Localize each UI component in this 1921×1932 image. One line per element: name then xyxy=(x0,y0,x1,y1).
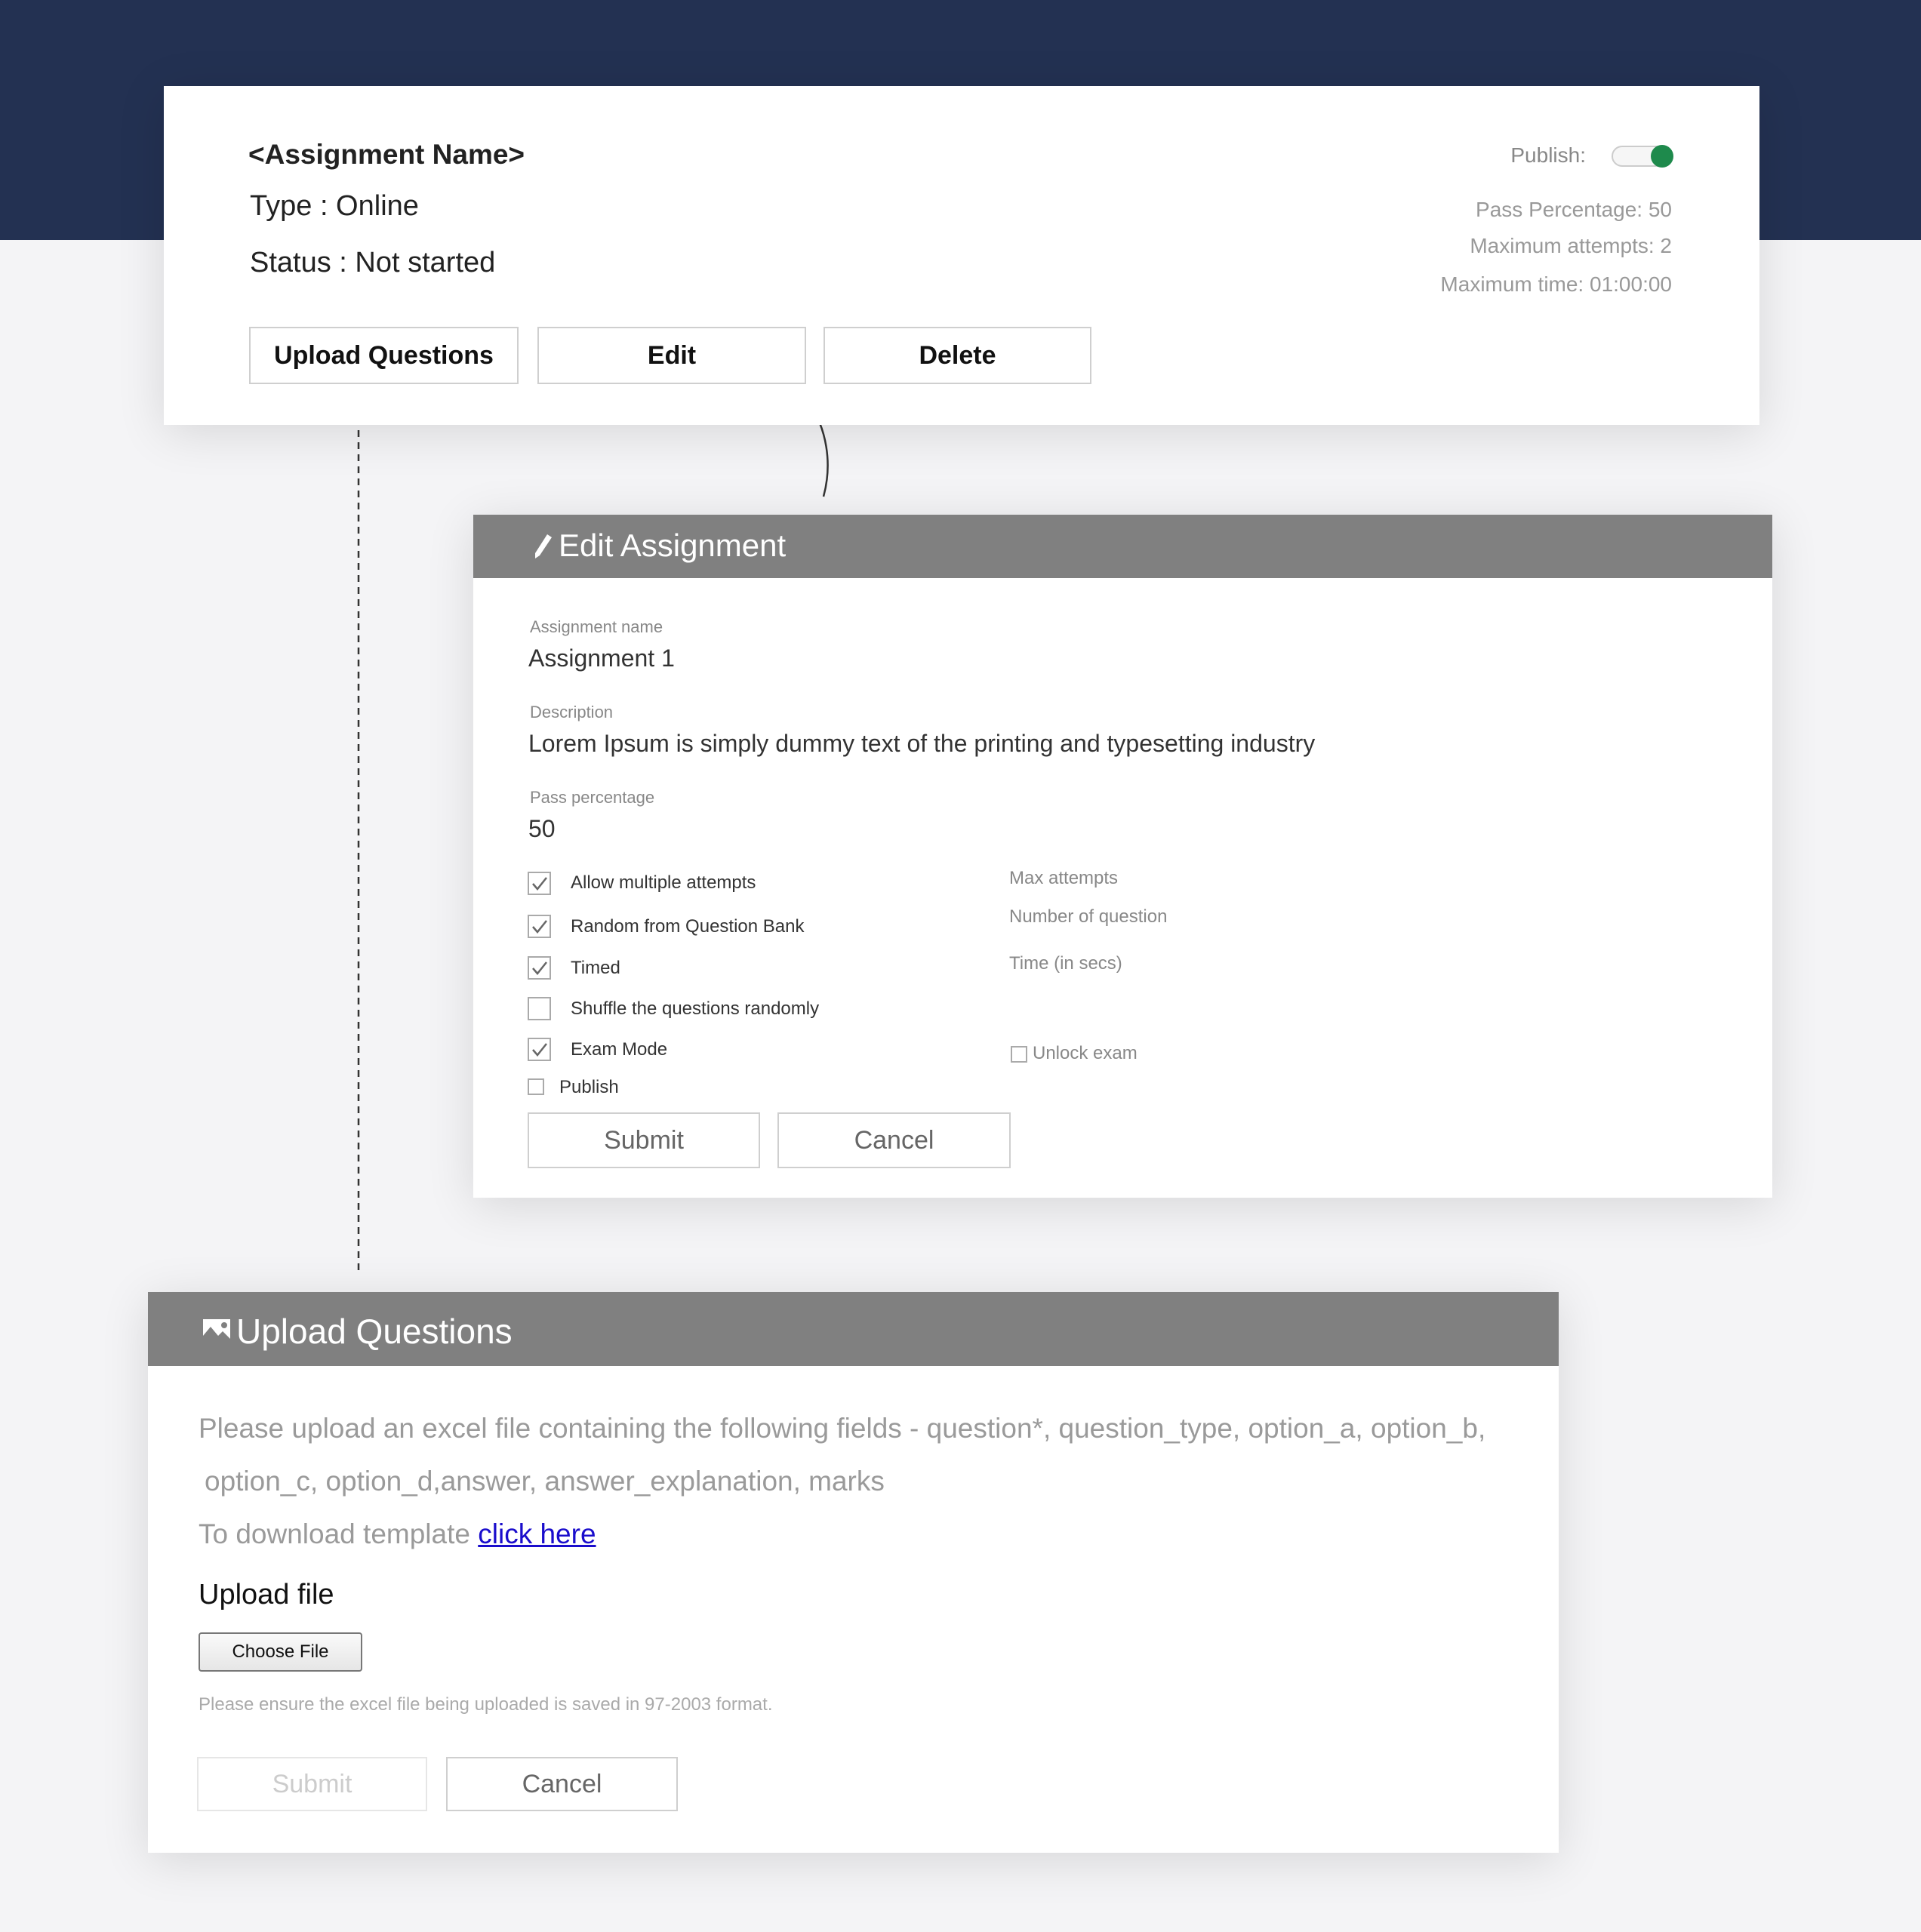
template-line: To download template click here xyxy=(199,1518,596,1550)
edit-assignment-dialog: Edit Assignment Assignment name Assignme… xyxy=(473,515,1772,1198)
pencil-icon xyxy=(535,534,552,558)
checkmark-icon xyxy=(532,1043,547,1057)
upload-file-label: Upload file xyxy=(199,1579,334,1611)
assignment-name-label: Assignment name xyxy=(530,617,663,636)
publish-checkbox[interactable] xyxy=(528,1078,544,1095)
download-template-link[interactable]: click here xyxy=(478,1518,596,1549)
dialog-header: Upload Questions xyxy=(148,1292,1559,1366)
max-attempts-info: Maximum attempts: 2 xyxy=(1470,234,1672,257)
time-in-secs-field[interactable]: Time (in secs) xyxy=(1009,953,1122,974)
shuffle-questions-checkbox[interactable] xyxy=(528,997,551,1020)
max-time-info: Maximum time: 01:00:00 xyxy=(1440,272,1672,296)
cancel-button[interactable]: Cancel xyxy=(777,1112,1011,1168)
image-icon xyxy=(203,1319,230,1342)
option-label: Exam Mode xyxy=(571,1039,668,1060)
option-label: Random from Question Bank xyxy=(571,916,805,937)
instructions-line-2: option_c, option_d,answer, answer_explan… xyxy=(205,1466,885,1497)
edit-button[interactable]: Edit xyxy=(537,327,806,384)
description-input[interactable]: Lorem Ipsum is simply dummy text of the … xyxy=(528,730,1315,758)
cancel-button[interactable]: Cancel xyxy=(446,1757,678,1811)
exam-mode-checkbox[interactable] xyxy=(528,1038,551,1061)
checkmark-icon xyxy=(532,920,547,934)
publish-label: Publish: xyxy=(1510,143,1586,167)
option-label: Timed xyxy=(571,958,620,978)
choose-file-button[interactable]: Choose File xyxy=(199,1632,362,1672)
timed-checkbox[interactable] xyxy=(528,956,551,980)
assignment-name-input[interactable]: Assignment 1 xyxy=(528,645,675,672)
option-label: Allow multiple attempts xyxy=(571,872,756,893)
unlock-exam-label: Unlock exam xyxy=(1033,1043,1138,1063)
upload-questions-button[interactable]: Upload Questions xyxy=(249,327,519,384)
assignment-title: <Assignment Name> xyxy=(248,139,525,170)
toggle-knob xyxy=(1651,145,1673,168)
description-label: Description xyxy=(530,703,614,721)
publish-toggle[interactable] xyxy=(1612,145,1673,168)
template-text: To download template xyxy=(199,1518,479,1549)
option-label: Publish xyxy=(559,1077,619,1097)
instructions-line-1: Please upload an excel file containing t… xyxy=(199,1413,1486,1444)
dialog-title: Upload Questions xyxy=(236,1312,513,1351)
checkmark-icon xyxy=(532,877,547,891)
submit-button[interactable]: Submit xyxy=(197,1757,427,1811)
allow-multiple-attempts-checkbox[interactable] xyxy=(528,872,551,895)
unlock-exam-checkbox[interactable] xyxy=(1011,1046,1027,1063)
dialog-header: Edit Assignment xyxy=(473,515,1772,578)
option-label: Shuffle the questions randomly xyxy=(571,998,820,1019)
upload-questions-dialog: Upload Questions Please upload an excel … xyxy=(148,1292,1559,1853)
random-question-bank-checkbox[interactable] xyxy=(528,915,551,938)
submit-button[interactable]: Submit xyxy=(528,1112,760,1168)
delete-button[interactable]: Delete xyxy=(824,327,1091,384)
pass-percentage-label: Pass percentage xyxy=(530,788,655,807)
pass-percentage-input[interactable]: 50 xyxy=(528,815,556,843)
assignment-type: Type : Online xyxy=(250,190,419,222)
number-of-question-field[interactable]: Number of question xyxy=(1009,906,1167,928)
max-attempts-field[interactable]: Max attempts xyxy=(1009,868,1118,889)
pass-percentage-info: Pass Percentage: 50 xyxy=(1476,198,1672,221)
assignment-status: Status : Not started xyxy=(250,247,496,278)
format-note: Please ensure the excel file being uploa… xyxy=(199,1694,773,1715)
checkmark-icon xyxy=(532,961,547,975)
dialog-title: Edit Assignment xyxy=(559,528,787,563)
assignment-summary-card: <Assignment Name> Type : Online Status :… xyxy=(164,86,1759,425)
